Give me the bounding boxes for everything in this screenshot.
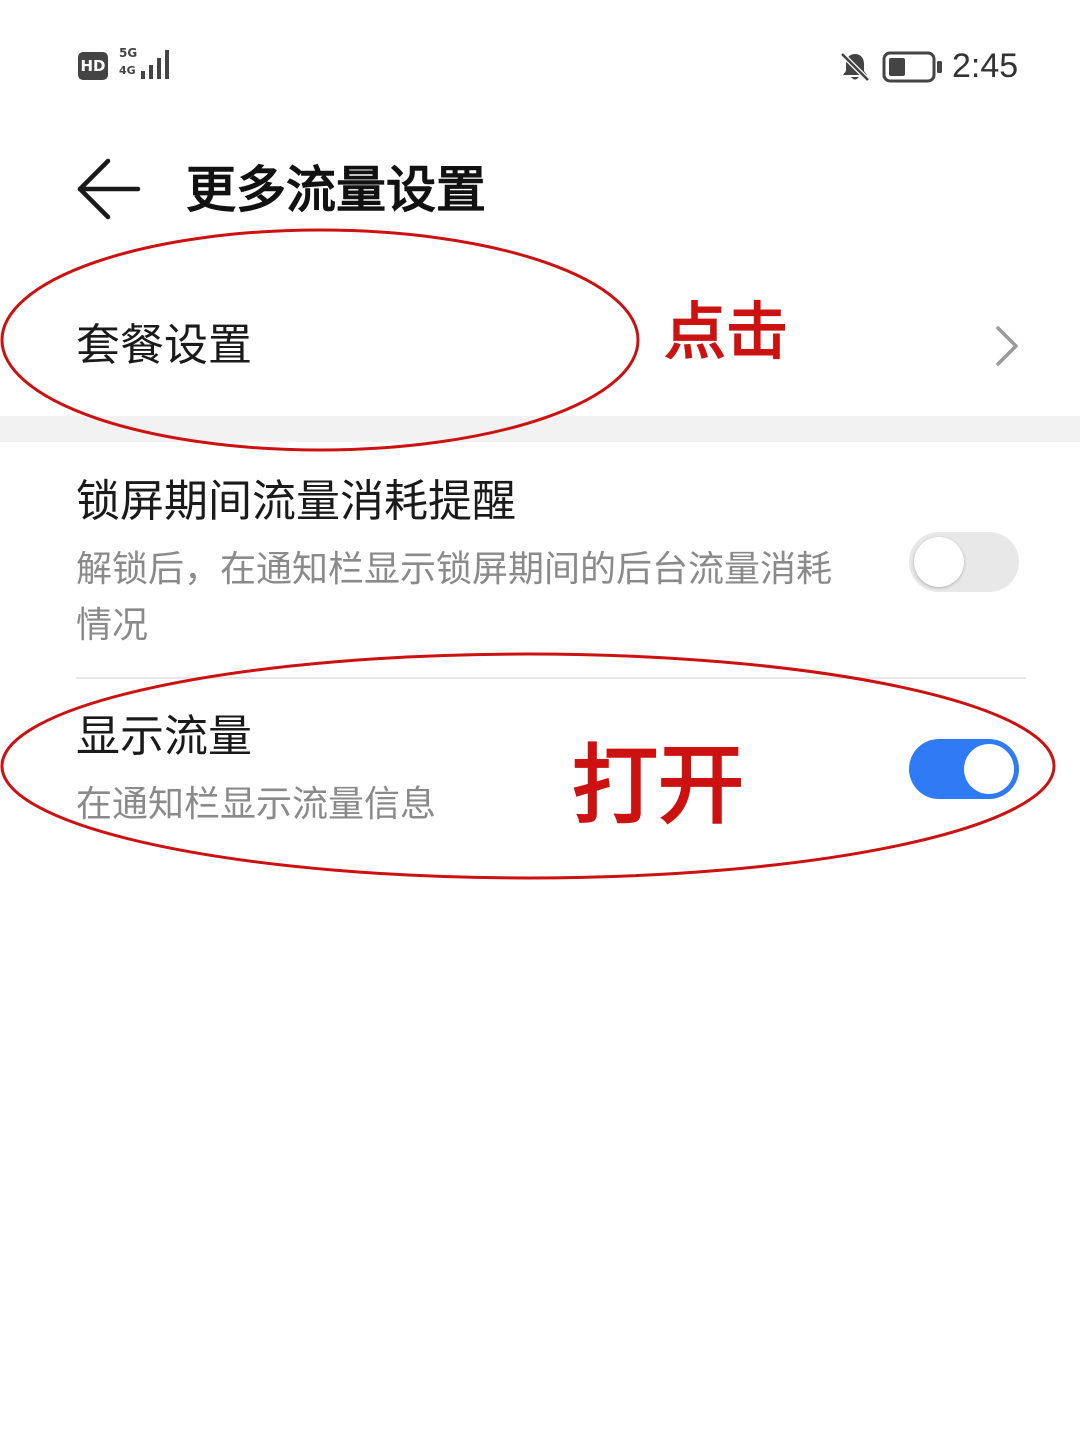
lock-screen-reminder-row: 锁屏期间流量消耗提醒 解锁后，在通知栏显示锁屏期间的后台流量消耗情况 xyxy=(0,442,1080,678)
show-traffic-subtitle: 在通知栏显示流量信息 xyxy=(76,784,437,825)
show-traffic-toggle[interactable] xyxy=(909,739,1019,799)
toggle-knob xyxy=(964,744,1014,794)
chevron-right-icon xyxy=(996,326,1018,366)
show-traffic-row: 显示流量 在通知栏显示流量信息 xyxy=(0,679,1080,859)
bell-off-icon xyxy=(840,52,870,82)
lock-screen-reminder-subtitle: 解锁后，在通知栏显示锁屏期间的后台流量消耗情况 xyxy=(76,549,833,646)
network-indicator: 5G 4G xyxy=(119,47,175,83)
lock-screen-reminder-toggle[interactable] xyxy=(909,532,1019,592)
signal-icon xyxy=(141,50,169,79)
plan-settings-label: 套餐设置 xyxy=(76,320,252,371)
page-header: 更多流量设置 xyxy=(0,140,1080,240)
hd-icon: HD xyxy=(78,52,108,80)
battery-icon xyxy=(882,51,942,83)
back-arrow-icon[interactable] xyxy=(74,154,144,224)
status-time: 2:45 xyxy=(952,47,1019,85)
toggle-knob xyxy=(914,537,964,587)
plan-settings-row[interactable]: 套餐设置 xyxy=(0,270,1080,416)
status-bar: HD 5G 4G 2:45 xyxy=(0,0,1080,130)
show-traffic-title: 显示流量 xyxy=(76,711,252,762)
network-5g-label: 5G xyxy=(119,46,138,60)
network-4g-label: 4G xyxy=(119,64,136,77)
lock-screen-reminder-title: 锁屏期间流量消耗提醒 xyxy=(76,476,516,527)
page-title: 更多流量设置 xyxy=(186,161,486,219)
section-separator xyxy=(0,416,1080,442)
